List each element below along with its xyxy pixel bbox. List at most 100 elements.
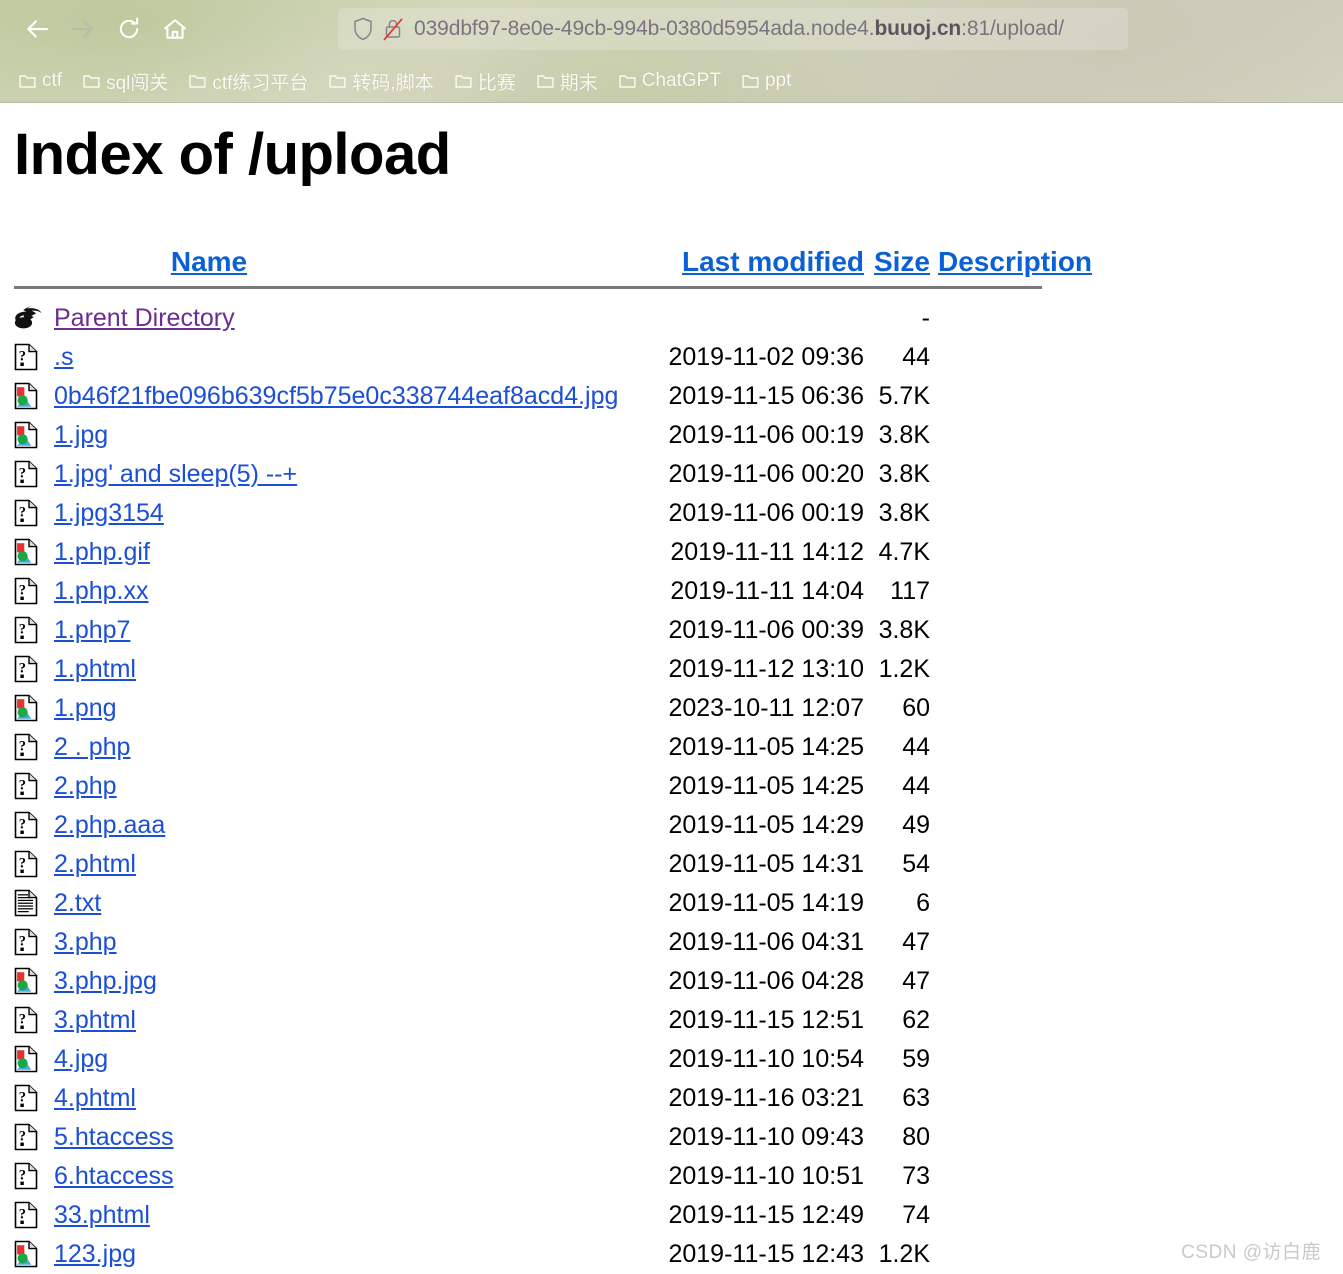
svg-text:?: ? bbox=[19, 817, 26, 833]
unknown-file-icon: ? bbox=[14, 460, 54, 488]
svg-text:?: ? bbox=[19, 739, 26, 755]
sort-by-name-link[interactable]: Name bbox=[171, 246, 247, 277]
file-link[interactable]: .s bbox=[54, 343, 73, 371]
svg-text:?: ? bbox=[19, 1012, 26, 1028]
home-button[interactable] bbox=[152, 6, 198, 52]
forward-button[interactable] bbox=[60, 6, 106, 52]
url-text[interactable]: 039dbf97-8e0e-49cb-994b-0380d5954ada.nod… bbox=[414, 17, 1064, 41]
file-name-cell: 2.php.aaa bbox=[54, 811, 654, 840]
size-cell: 5.7K bbox=[864, 382, 930, 411]
file-link[interactable]: 123.jpg bbox=[54, 1240, 136, 1268]
folder-icon bbox=[741, 72, 765, 91]
file-link[interactable]: 3.phtml bbox=[54, 1006, 136, 1034]
svg-text:?: ? bbox=[19, 1168, 26, 1184]
sort-by-description-link[interactable]: Description bbox=[938, 246, 1092, 277]
unknown-file-icon: ? bbox=[14, 733, 54, 761]
file-row: ?33.phtml2019-11-15 12:4974 bbox=[14, 1196, 1343, 1235]
directory-index-page: Index of /upload Name Last modified Size… bbox=[0, 103, 1343, 1274]
file-link[interactable]: 2 . php bbox=[54, 733, 130, 761]
last-modified-cell: 2019-11-12 13:10 bbox=[654, 655, 864, 684]
file-row: 0b46f21fbe096b639cf5b75e0c338744eaf8acd4… bbox=[14, 377, 1343, 416]
unknown-file-icon: ? bbox=[14, 499, 54, 527]
file-link[interactable]: 1.phtml bbox=[54, 655, 136, 683]
image-file-icon bbox=[14, 967, 54, 995]
last-modified-cell: 2019-11-02 09:36 bbox=[654, 343, 864, 372]
file-row: ?4.phtml2019-11-16 03:2163 bbox=[14, 1079, 1343, 1118]
file-link[interactable]: 1.php.gif bbox=[54, 538, 150, 566]
back-button[interactable] bbox=[14, 6, 60, 52]
reload-icon bbox=[115, 15, 143, 43]
file-link[interactable]: 4.phtml bbox=[54, 1084, 136, 1112]
bookmark-item[interactable]: ChatGPT bbox=[616, 66, 723, 96]
file-link[interactable]: 0b46f21fbe096b639cf5b75e0c338744eaf8acd4… bbox=[54, 382, 618, 410]
file-link[interactable]: 33.phtml bbox=[54, 1201, 150, 1229]
svg-text:?: ? bbox=[19, 466, 26, 482]
bookmark-item[interactable]: 比赛 bbox=[452, 66, 518, 96]
file-link[interactable]: 1.php.xx bbox=[54, 577, 149, 605]
file-link[interactable]: 3.php.jpg bbox=[54, 967, 157, 995]
column-header-name[interactable]: Name bbox=[54, 246, 654, 278]
bookmark-item[interactable]: ctf bbox=[16, 66, 64, 96]
unknown-file-icon: ? bbox=[14, 343, 54, 371]
column-header-last-modified[interactable]: Last modified bbox=[654, 246, 864, 278]
parent-directory-link[interactable]: Parent Directory bbox=[54, 304, 235, 332]
file-row: ? 2 . php 2019-11-05 14:2544 bbox=[14, 728, 1343, 767]
last-modified-cell: 2019-11-15 12:51 bbox=[654, 1006, 864, 1035]
file-link[interactable]: 2.php bbox=[54, 772, 117, 800]
file-name-cell: 6.htaccess bbox=[54, 1162, 654, 1191]
svg-text:?: ? bbox=[19, 778, 26, 794]
size-cell: 63 bbox=[864, 1084, 930, 1113]
sort-by-size-link[interactable]: Size bbox=[874, 246, 930, 277]
address-bar[interactable]: 039dbf97-8e0e-49cb-994b-0380d5954ada.nod… bbox=[338, 8, 1128, 50]
size-cell: 44 bbox=[864, 733, 930, 762]
file-link[interactable]: 6.htaccess bbox=[54, 1162, 174, 1190]
file-row: ?2.php.aaa2019-11-05 14:2949 bbox=[14, 806, 1343, 845]
file-link[interactable]: 1.php7 bbox=[54, 616, 130, 644]
file-link[interactable]: 2.txt bbox=[54, 889, 101, 917]
file-link[interactable]: 5.htaccess bbox=[54, 1123, 174, 1151]
size-cell: 4.7K bbox=[864, 538, 930, 567]
file-name-cell: 1.php7 bbox=[54, 616, 654, 645]
file-name-cell: 1.php.xx bbox=[54, 577, 654, 606]
lock-crossed-out-icon[interactable] bbox=[378, 16, 408, 42]
bookmark-item[interactable]: ppt bbox=[739, 66, 793, 96]
file-link[interactable]: 1.jpg bbox=[54, 421, 108, 449]
bookmark-item[interactable]: sql闯关 bbox=[80, 66, 170, 96]
file-link[interactable]: 1.jpg' and sleep(5) --+ bbox=[54, 460, 297, 488]
bookmark-item[interactable]: 转码,脚本 bbox=[326, 66, 435, 96]
shield-icon[interactable] bbox=[348, 16, 378, 42]
file-link[interactable]: 2.phtml bbox=[54, 850, 136, 878]
file-link[interactable]: 3.php bbox=[54, 928, 117, 956]
size-cell: 54 bbox=[864, 850, 930, 879]
bookmark-label: 转码,脚本 bbox=[352, 68, 433, 95]
folder-icon bbox=[536, 72, 560, 91]
file-row: ?1.jpg' and sleep(5) --+2019-11-06 00:20… bbox=[14, 455, 1343, 494]
file-name-cell: 2.phtml bbox=[54, 850, 654, 879]
svg-text:?: ? bbox=[19, 661, 26, 677]
unknown-file-icon: ? bbox=[14, 1084, 54, 1112]
file-row: ?.s2019-11-02 09:3644 bbox=[14, 338, 1343, 377]
file-link[interactable]: 2.php.aaa bbox=[54, 811, 165, 839]
unknown-file-icon: ? bbox=[14, 577, 54, 605]
file-name-cell: 3.phtml bbox=[54, 1006, 654, 1035]
last-modified-cell: 2019-11-05 14:19 bbox=[654, 889, 864, 918]
file-link[interactable]: 1.png bbox=[54, 694, 117, 722]
column-header-size[interactable]: Size bbox=[864, 246, 930, 278]
last-modified-cell: 2019-11-05 14:25 bbox=[654, 733, 864, 762]
unknown-file-icon: ? bbox=[14, 655, 54, 683]
sort-by-date-link[interactable]: Last modified bbox=[682, 246, 864, 277]
image-file-icon bbox=[14, 1045, 54, 1073]
bookmark-label: ctf bbox=[42, 70, 62, 92]
bookmark-item[interactable]: 期末 bbox=[534, 66, 600, 96]
page-title: Index of /upload bbox=[0, 103, 1343, 186]
file-link[interactable]: 4.jpg bbox=[54, 1045, 108, 1073]
file-link[interactable]: 1.jpg3154 bbox=[54, 499, 164, 527]
size-cell: 1.2K bbox=[864, 1240, 930, 1269]
file-row: ?6.htaccess2019-11-10 10:5173 bbox=[14, 1157, 1343, 1196]
file-row: ?1.php.xx2019-11-11 14:04117 bbox=[14, 572, 1343, 611]
size-cell: 47 bbox=[864, 928, 930, 957]
file-row: ?2.php2019-11-05 14:2544 bbox=[14, 767, 1343, 806]
column-header-description[interactable]: Description bbox=[930, 246, 1343, 278]
reload-button[interactable] bbox=[106, 6, 152, 52]
bookmark-item[interactable]: ctf练习平台 bbox=[186, 66, 310, 96]
